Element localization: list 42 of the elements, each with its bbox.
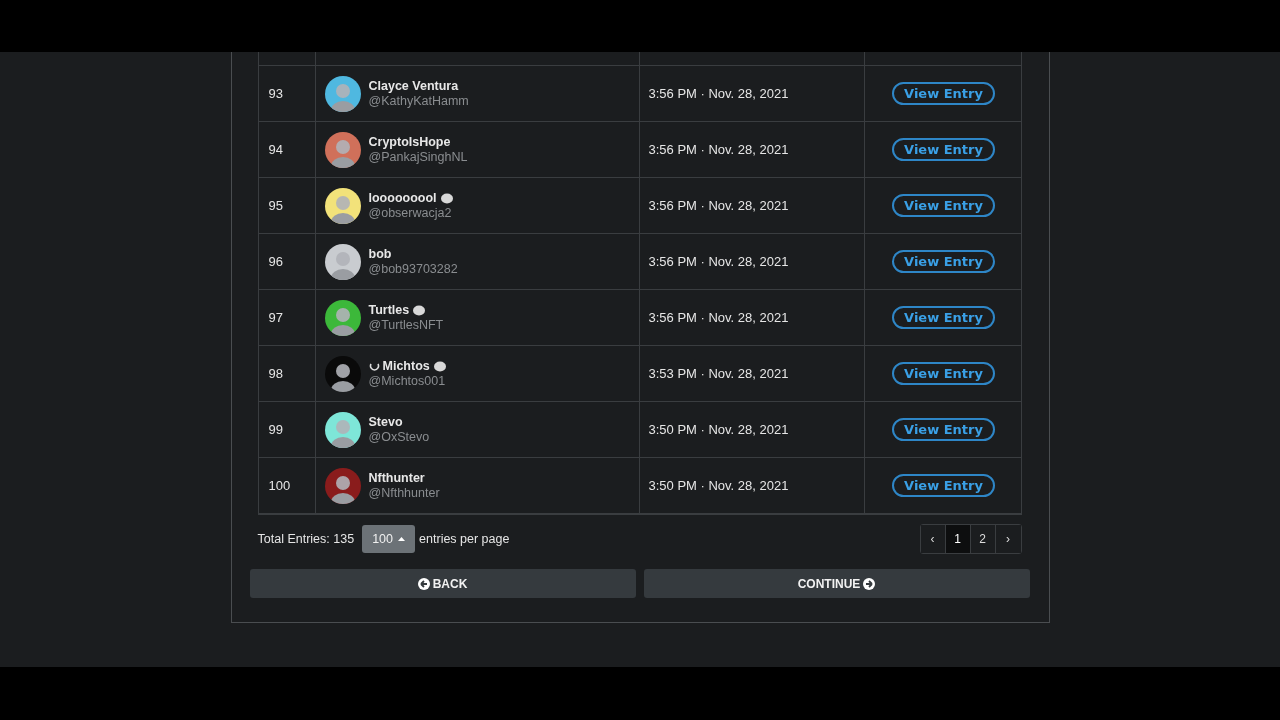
user-name: Nfthunter	[368, 471, 425, 485]
user-name: CryptoIsHope	[368, 135, 451, 149]
rank-number: 99	[268, 422, 283, 437]
arrow-left-icon	[417, 577, 430, 590]
rank-number: 96	[268, 254, 283, 269]
entry-time: 3:56 PM · Nov. 28, 2021	[648, 254, 789, 269]
user-name: looooooool	[368, 191, 437, 205]
user-handle: @PankajSinghNL	[368, 150, 468, 164]
user-handle: @KathyKatHamm	[368, 94, 469, 108]
rank-number: 93	[268, 86, 283, 101]
arrow-right-icon	[863, 577, 876, 590]
user-handle: @TurtlesNFT	[368, 318, 444, 332]
entry-time: 3:56 PM · Nov. 28, 2021	[648, 310, 789, 325]
user-handle: @bob93703282	[368, 262, 458, 276]
page-button[interactable]: ‹	[920, 525, 946, 553]
entry-time: 3:50 PM · Nov. 28, 2021	[648, 478, 789, 493]
user-name: Michtos	[382, 359, 430, 373]
rank-number: 98	[268, 366, 283, 381]
entry-time: 3:56 PM · Nov. 28, 2021	[648, 198, 789, 213]
entry-time: 3:53 PM · Nov. 28, 2021	[648, 366, 789, 381]
per-page-select[interactable]: 100	[362, 525, 416, 553]
user-name: Clayce Ventura	[368, 79, 459, 93]
user-handle: @Nfthhunter	[368, 486, 440, 500]
user-name: Turtles	[368, 303, 410, 317]
user-name: Stevo	[368, 415, 403, 429]
user-name: bob	[368, 247, 392, 261]
total-entries: Total Entries: 135	[257, 532, 355, 546]
entry-time: 3:50 PM · Nov. 28, 2021	[648, 422, 789, 437]
user-handle: @Michtos001	[368, 374, 447, 388]
per-page-label: entries per page	[419, 532, 510, 546]
rank-number: 95	[268, 198, 283, 213]
caret-icon	[398, 537, 405, 541]
rank-number: 100	[268, 478, 291, 493]
rank-number: 94	[268, 142, 283, 157]
rank-number: 97	[268, 310, 283, 325]
continue-button[interactable]: CONTINUE	[643, 569, 1030, 598]
page-button[interactable]: 1	[945, 525, 971, 553]
entry-time: 3:56 PM · Nov. 28, 2021	[648, 142, 789, 157]
back-button[interactable]: BACK	[249, 569, 636, 598]
user-handle: @obserwacja2	[368, 206, 453, 220]
entry-time: 3:56 PM · Nov. 28, 2021	[648, 86, 789, 101]
user-handle: @OxStevo	[368, 430, 430, 444]
